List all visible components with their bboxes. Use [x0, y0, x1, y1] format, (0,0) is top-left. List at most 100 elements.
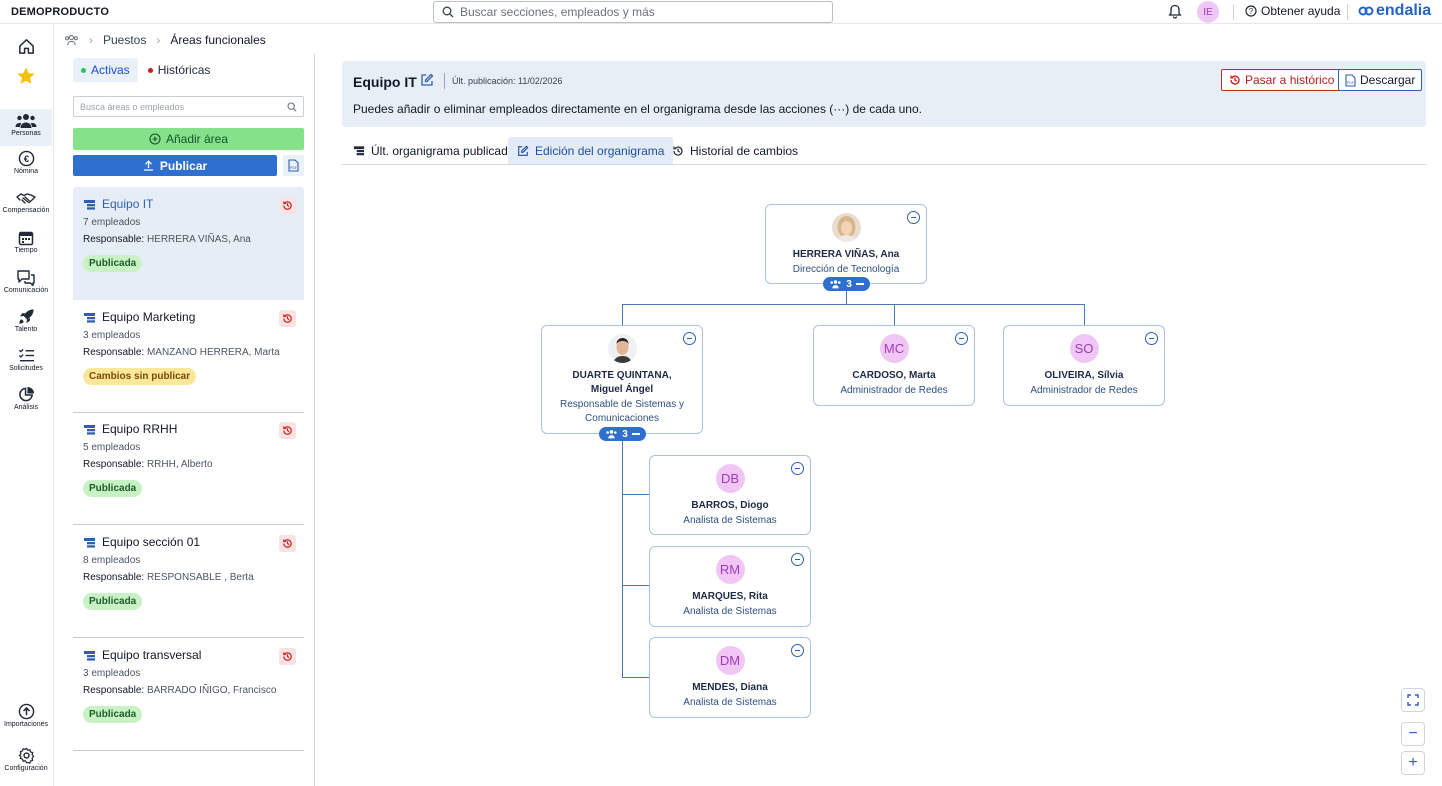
move-to-history-button[interactable]	[279, 422, 296, 439]
tab-edit-chart[interactable]: Edición del organigrama	[508, 137, 674, 164]
areas-panel: Activas Históricas Añadir área Publicar …	[55, 54, 315, 786]
area-card[interactable]: Equipo Marketing 3 empleados Responsable…	[73, 300, 304, 413]
nav-comunicacion[interactable]: Comunicación	[0, 269, 52, 294]
nav-favorites[interactable]	[0, 66, 52, 86]
download-label: Descargar	[1360, 73, 1416, 87]
publish-button[interactable]: Publicar	[73, 155, 277, 176]
global-search-input[interactable]	[460, 5, 820, 19]
nav-configuracion[interactable]: Configuración	[0, 747, 52, 772]
collapse-toggle[interactable]: 3	[823, 277, 870, 291]
nav-label: Configuración	[4, 765, 48, 772]
org-icon	[353, 146, 365, 156]
area-count: 7 empleados	[83, 217, 141, 228]
area-title: Equipo Marketing	[102, 310, 196, 324]
area-header: Equipo IT Últ. publicación: 11/02/2026 P…	[342, 61, 1426, 127]
nav-label: Solicitudes	[9, 365, 43, 372]
nav-home[interactable]	[0, 37, 52, 56]
org-node-root[interactable]: HERRERA VIÑAS, Ana Dirección de Tecnolog…	[765, 204, 927, 284]
responsible-label: Responsable:	[83, 572, 145, 583]
endalia-logo[interactable]: endalia	[1358, 2, 1431, 20]
employee-name: DUARTE QUINTANA, Miguel Ángel	[572, 370, 672, 395]
nav-nomina[interactable]: € Nómina	[0, 150, 52, 175]
fullscreen-button[interactable]	[1401, 688, 1425, 712]
user-avatar[interactable]: IE	[1197, 1, 1219, 23]
nav-personas[interactable]: Personas	[0, 109, 52, 146]
area-card[interactable]: Equipo transversal 3 empleados Responsab…	[73, 638, 304, 751]
upload-icon	[143, 160, 153, 171]
area-card[interactable]: Equipo sección 01 8 empleados Responsabl…	[73, 525, 304, 638]
svg-text:PDF: PDF	[1347, 81, 1354, 85]
org-node[interactable]: DB BARROS, Diogo Analista de Sistemas	[649, 455, 811, 535]
node-actions-icon[interactable]	[791, 553, 804, 566]
minus-icon	[631, 433, 640, 435]
areas-search[interactable]	[73, 96, 304, 117]
area-card[interactable]: Equipo RRHH 5 empleados Responsable: RRH…	[73, 412, 304, 525]
org-node[interactable]: SO OLIVEIRA, Sílvia Administrador de Red…	[1003, 325, 1165, 406]
edit-icon[interactable]	[420, 73, 434, 87]
move-to-history-button[interactable]: Pasar a histórico	[1221, 69, 1343, 91]
people-icon[interactable]	[64, 34, 79, 46]
nav-talento[interactable]: Talento	[0, 308, 52, 333]
move-to-history-button[interactable]	[279, 648, 296, 665]
pdf-file-icon: PDF	[1345, 73, 1356, 87]
node-actions-icon[interactable]	[955, 332, 968, 345]
employee-photo	[607, 334, 637, 363]
employee-role: Administrador de Redes	[840, 385, 948, 396]
nav-analisis[interactable]: Análisis	[0, 386, 52, 411]
tab-historicas[interactable]: Históricas	[140, 58, 219, 82]
org-node[interactable]: DUARTE QUINTANA, Miguel Ángel Responsabl…	[541, 325, 703, 434]
add-area-button[interactable]: Añadir área	[73, 128, 304, 150]
area-responsible: RRHH, Alberto	[146, 459, 213, 470]
divider	[1233, 4, 1234, 20]
area-responsible: HERRERA VIÑAS, Ana	[146, 234, 251, 245]
global-search[interactable]	[433, 1, 833, 23]
area-card[interactable]: Equipo IT 7 empleados Responsable: HERRE…	[73, 187, 304, 300]
area-responsible: RESPONSABLE , Berta	[146, 572, 254, 583]
org-node[interactable]: RM MARQUES, Rita Analista de Sistemas	[649, 546, 811, 627]
tab-change-history[interactable]: Historial de cambios	[663, 137, 807, 164]
breadcrumb-puestos[interactable]: Puestos	[103, 33, 146, 47]
star-icon	[17, 67, 35, 84]
reports-count: 3	[846, 278, 852, 290]
history-icon	[283, 539, 292, 548]
zoom-in-button[interactable]: +	[1401, 751, 1425, 775]
move-to-history-button[interactable]	[279, 197, 296, 214]
move-to-history-button[interactable]	[279, 310, 296, 327]
areas-search-input[interactable]	[80, 101, 270, 112]
zoom-out-button[interactable]: −	[1401, 722, 1425, 746]
collapse-toggle[interactable]: 3	[599, 427, 646, 441]
nav-importaciones[interactable]: Importaciones	[0, 703, 52, 728]
help-link[interactable]: ? Obtener ayuda	[1245, 4, 1340, 18]
tab-published-chart[interactable]: Últ. organigrama publicado	[344, 137, 523, 164]
nav-compensacion[interactable]: Compensación	[0, 191, 52, 214]
employee-initials: MC	[879, 334, 909, 363]
upload-circle-icon	[18, 703, 34, 720]
nav-tiempo[interactable]: Tiempo	[0, 230, 52, 254]
node-actions-icon[interactable]	[791, 644, 804, 657]
bell-icon[interactable]	[1168, 4, 1182, 19]
download-button[interactable]: PDF Descargar	[1338, 69, 1423, 91]
export-pdf-button[interactable]: PDF	[283, 155, 304, 176]
people-icon	[830, 280, 841, 289]
checklist-icon	[18, 348, 34, 362]
node-actions-icon[interactable]	[791, 462, 804, 475]
company-name[interactable]: DEMOPRODUCTO	[11, 6, 109, 18]
org-node[interactable]: MC CARDOSO, Marta Administrador de Redes	[813, 325, 975, 406]
status-badge: Cambios sin publicar	[83, 368, 197, 385]
move-to-history-button[interactable]	[279, 535, 296, 552]
node-actions-icon[interactable]	[907, 211, 920, 224]
tab-label: Últ. organigrama publicado	[371, 143, 515, 158]
nav-solicitudes[interactable]: Solicitudes	[0, 347, 52, 372]
employee-photo	[831, 213, 861, 242]
nav-label: Tiempo	[14, 247, 38, 254]
tab-activas[interactable]: Activas	[73, 58, 138, 82]
node-actions-icon[interactable]	[1145, 332, 1158, 345]
area-title: Equipo sección 01	[102, 535, 201, 549]
add-area-label: Añadir área	[165, 132, 229, 146]
employee-name: OLIVEIRA, Sílvia	[1044, 370, 1124, 381]
org-node[interactable]: DM MENDES, Diana Analista de Sistemas	[649, 637, 811, 718]
search-icon	[287, 101, 297, 112]
breadcrumb: › Puestos › Áreas funcionales	[64, 33, 266, 47]
employee-initials: RM	[715, 555, 745, 584]
node-actions-icon[interactable]	[683, 332, 696, 345]
